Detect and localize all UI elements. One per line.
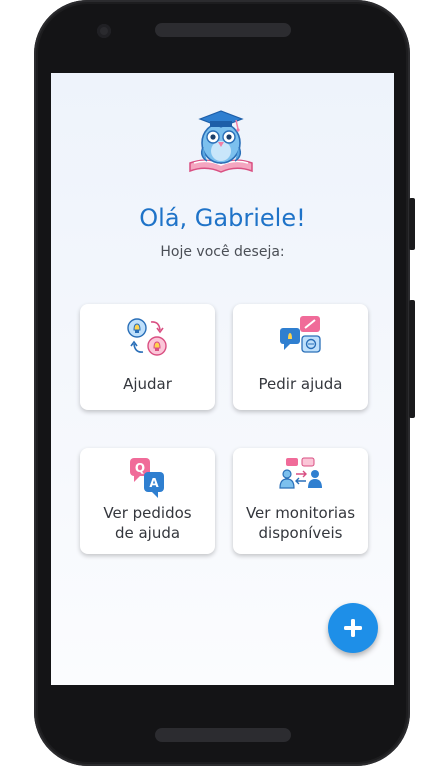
help-exchange-icon: [127, 318, 167, 356]
greeting-title: Olá, Gabriele!: [139, 204, 306, 232]
help-card-label: Ajudar: [123, 375, 172, 393]
view-requests-card[interactable]: Q A Ver pedidos de ajuda: [80, 448, 215, 554]
ask-help-card[interactable]: Pedir ajuda: [233, 304, 368, 410]
bottom-speaker: [155, 728, 291, 742]
svg-text:A: A: [149, 476, 159, 490]
power-button: [409, 300, 415, 418]
owl-graduate-logo-icon: [189, 110, 253, 173]
view-mentoring-card-label: Ver monitorias disponíveis: [245, 504, 356, 542]
front-camera: [97, 24, 111, 38]
plus-icon: [344, 619, 362, 637]
view-mentoring-card[interactable]: Ver monitorias disponíveis: [233, 448, 368, 554]
volume-button: [409, 198, 415, 250]
help-card[interactable]: Ajudar: [80, 304, 215, 410]
greeting-subtitle: Hoje você deseja:: [160, 244, 285, 260]
ask-help-chat-icon: [280, 316, 321, 353]
mentors-conversation-icon: [279, 457, 322, 489]
view-requests-card-label: Ver pedidos de ajuda: [103, 504, 192, 542]
add-fab-button[interactable]: [328, 603, 378, 653]
qa-bubbles-icon: Q A: [130, 458, 164, 498]
earpiece-speaker: [155, 23, 291, 37]
svg-text:Q: Q: [135, 461, 145, 475]
ask-help-card-label: Pedir ajuda: [258, 375, 343, 393]
app-screen: Olá, Gabriele! Hoje você deseja: Ajudar: [51, 73, 394, 685]
